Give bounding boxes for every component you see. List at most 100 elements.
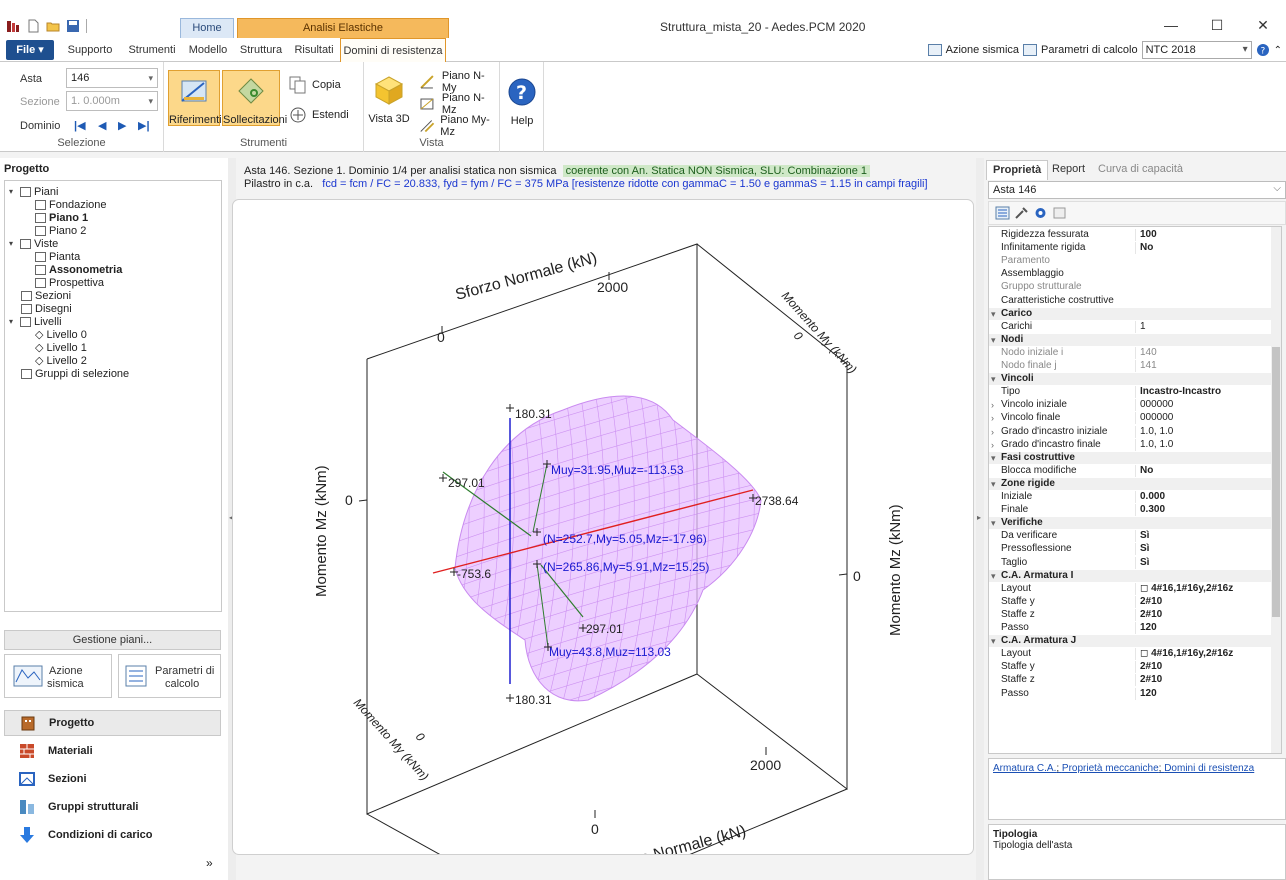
link-proprieta-meccaniche[interactable]: Proprietà meccaniche xyxy=(1062,763,1159,774)
tree-livello-1[interactable]: ◇ Livello 1 xyxy=(35,341,87,355)
property-value[interactable]: 0.300 xyxy=(1135,504,1277,517)
tree-piano-1[interactable]: Piano 1 xyxy=(35,211,88,224)
property-category[interactable]: ▾ Zone rigide xyxy=(989,477,1277,490)
save-icon[interactable] xyxy=(66,19,80,33)
parametri-calcolo-button[interactable]: Parametri di calcolo xyxy=(118,654,221,698)
collapse-icon[interactable]: ▾ xyxy=(991,373,996,385)
parametri-calcolo-link[interactable]: Parametri di calcolo xyxy=(1041,44,1138,56)
property-row[interactable]: Staffe z 2#10 xyxy=(989,674,1277,687)
property-value[interactable]: Sì xyxy=(1135,543,1277,556)
dominio-last-button[interactable]: ▶| xyxy=(138,119,150,132)
open-folder-icon[interactable] xyxy=(46,19,60,33)
dominio-prev-button[interactable]: ◀ xyxy=(98,119,106,132)
sezione-combo[interactable]: 1. 0.000m xyxy=(66,91,158,111)
property-row[interactable]: › Vincolo finale 000000 xyxy=(989,412,1277,425)
vista-3d-button[interactable]: Vista 3D xyxy=(368,74,410,130)
gear-icon[interactable] xyxy=(1033,206,1048,220)
property-row[interactable]: Layout ◻ 4#16,1#16y,2#16z xyxy=(989,648,1277,661)
collapse-right-icon[interactable]: ▸ xyxy=(977,513,981,522)
property-row[interactable]: Infinitamente rigida No xyxy=(989,242,1277,255)
piano-nmz-button[interactable]: Piano N-Mz xyxy=(418,92,499,116)
property-row[interactable]: Staffe y 2#10 xyxy=(989,595,1277,608)
tools-icon[interactable] xyxy=(1014,206,1029,220)
property-value[interactable]: 2#10 xyxy=(1135,608,1277,621)
property-row[interactable]: Staffe y 2#10 xyxy=(989,661,1277,674)
property-value[interactable]: 141 xyxy=(1135,360,1277,372)
property-value[interactable]: 2#10 xyxy=(1135,595,1277,608)
tree-pianta[interactable]: Pianta xyxy=(35,250,80,263)
dominio-first-button[interactable]: |◀ xyxy=(74,119,86,132)
property-row[interactable]: Taglio Sì xyxy=(989,556,1277,569)
app-logo-icon[interactable] xyxy=(6,19,20,33)
nav-sezioni[interactable]: Sezioni xyxy=(4,766,221,792)
property-row[interactable]: Staffe z 2#10 xyxy=(989,608,1277,621)
nav-materiali[interactable]: Materiali xyxy=(4,738,221,764)
property-category[interactable]: ▾ C.A. Armatura I xyxy=(989,569,1277,582)
expand-icon[interactable]: › xyxy=(991,426,994,438)
property-value[interactable]: ◻ 4#16,1#16y,2#16z xyxy=(1135,648,1277,661)
collapse-icon[interactable]: ▾ xyxy=(991,478,996,490)
expand-icon[interactable]: › xyxy=(991,399,994,411)
tab-curva-capacita[interactable]: Curva di capacità xyxy=(1092,160,1189,180)
property-row[interactable]: Carichi 1 xyxy=(989,320,1277,333)
property-value[interactable]: 1 xyxy=(1135,320,1277,333)
piano-nmy-button[interactable]: Piano N-My xyxy=(418,70,499,94)
asta-selector[interactable]: Asta 146 xyxy=(988,181,1286,199)
nav-progetto[interactable]: Progetto xyxy=(4,710,221,736)
property-row[interactable]: Blocca modifiche No xyxy=(989,464,1277,477)
tree-assonometria[interactable]: Assonometria xyxy=(35,263,122,276)
property-value[interactable]: 1.0, 1.0 xyxy=(1135,438,1277,451)
property-row[interactable]: Assemblaggio xyxy=(989,268,1277,280)
property-category[interactable]: ▾ Carico xyxy=(989,307,1277,320)
collapse-icon[interactable]: ▾ xyxy=(991,517,996,529)
tree-sezioni[interactable]: Sezioni xyxy=(21,289,71,302)
tab-strumenti[interactable]: Strumenti xyxy=(124,38,180,62)
property-value[interactable]: 000000 xyxy=(1135,412,1277,425)
tree-livelli[interactable]: ▾ Livelli xyxy=(9,315,62,328)
azione-sismica-link[interactable]: Azione sismica xyxy=(946,44,1019,56)
property-category[interactable]: ▾ Fasi costruttive xyxy=(989,451,1277,464)
help-small-icon[interactable]: ? xyxy=(1256,43,1270,57)
property-row[interactable]: Passo 120 xyxy=(989,687,1277,700)
estendi-button[interactable]: Estendi xyxy=(288,106,349,124)
property-value[interactable]: No xyxy=(1135,242,1277,255)
tab-proprieta[interactable]: Proprietà xyxy=(986,160,1049,180)
tree-prospettiva[interactable]: Prospettiva xyxy=(35,276,104,289)
sollecitazioni-button[interactable]: Sollecitazioni xyxy=(222,70,287,126)
copia-button[interactable]: Copia xyxy=(288,76,341,94)
collapse-icon[interactable]: ▾ xyxy=(991,452,996,464)
expand-icon[interactable]: ▾ xyxy=(9,187,17,196)
nav-gruppi-strutturali[interactable]: Gruppi strutturali xyxy=(4,794,221,820)
collapse-ribbon-icon[interactable]: ⌃ xyxy=(1274,45,1282,56)
tab-struttura[interactable]: Struttura xyxy=(236,38,286,62)
property-row[interactable]: Layout ◻ 4#16,1#16y,2#16z xyxy=(989,582,1277,595)
azione-sismica-button[interactable]: Azione sismica xyxy=(4,654,112,698)
nav-condizioni-di-carico[interactable]: Condizioni di carico xyxy=(4,822,221,848)
file-menu-button[interactable]: File ▾ xyxy=(6,40,54,60)
property-row[interactable]: Da verificare Sì xyxy=(989,530,1277,543)
right-splitter[interactable]: ▸ xyxy=(976,158,984,880)
property-category[interactable]: ▾ Vincoli xyxy=(989,373,1277,386)
collapse-icon[interactable]: ▾ xyxy=(991,635,996,647)
tab-domini-di-resistenza[interactable]: Domini di resistenza xyxy=(340,38,446,63)
property-value[interactable]: 2#10 xyxy=(1135,674,1277,687)
close-button[interactable]: ✕ xyxy=(1240,12,1286,38)
tab-report[interactable]: Report xyxy=(1046,160,1091,180)
tab-modello[interactable]: Modello xyxy=(184,38,232,62)
property-scrollbar[interactable] xyxy=(1271,227,1281,753)
minimize-button[interactable]: — xyxy=(1148,12,1194,38)
tree-viste[interactable]: ▾ Viste xyxy=(9,237,58,250)
property-value[interactable]: 1.0, 1.0 xyxy=(1135,425,1277,438)
collapse-icon[interactable]: ▾ xyxy=(991,570,996,582)
property-value[interactable]: 120 xyxy=(1135,622,1277,634)
domain-3d-plot[interactable]: Sforzo Normale (kN) Sforzo Normale (kN) … xyxy=(232,199,974,855)
categorized-icon[interactable] xyxy=(995,206,1010,220)
tree-disegni[interactable]: Disegni xyxy=(21,302,72,315)
expand-icon[interactable]: ▾ xyxy=(9,317,17,326)
link-armatura[interactable]: Armatura C.A. xyxy=(993,763,1056,774)
property-row[interactable]: Finale 0.300 xyxy=(989,504,1277,517)
expand-icon[interactable]: ▾ xyxy=(9,239,17,248)
maximize-button[interactable]: ☐ xyxy=(1194,12,1240,38)
tab-risultati[interactable]: Risultati xyxy=(290,38,338,62)
property-row[interactable]: Nodo finale j 141 xyxy=(989,360,1277,372)
